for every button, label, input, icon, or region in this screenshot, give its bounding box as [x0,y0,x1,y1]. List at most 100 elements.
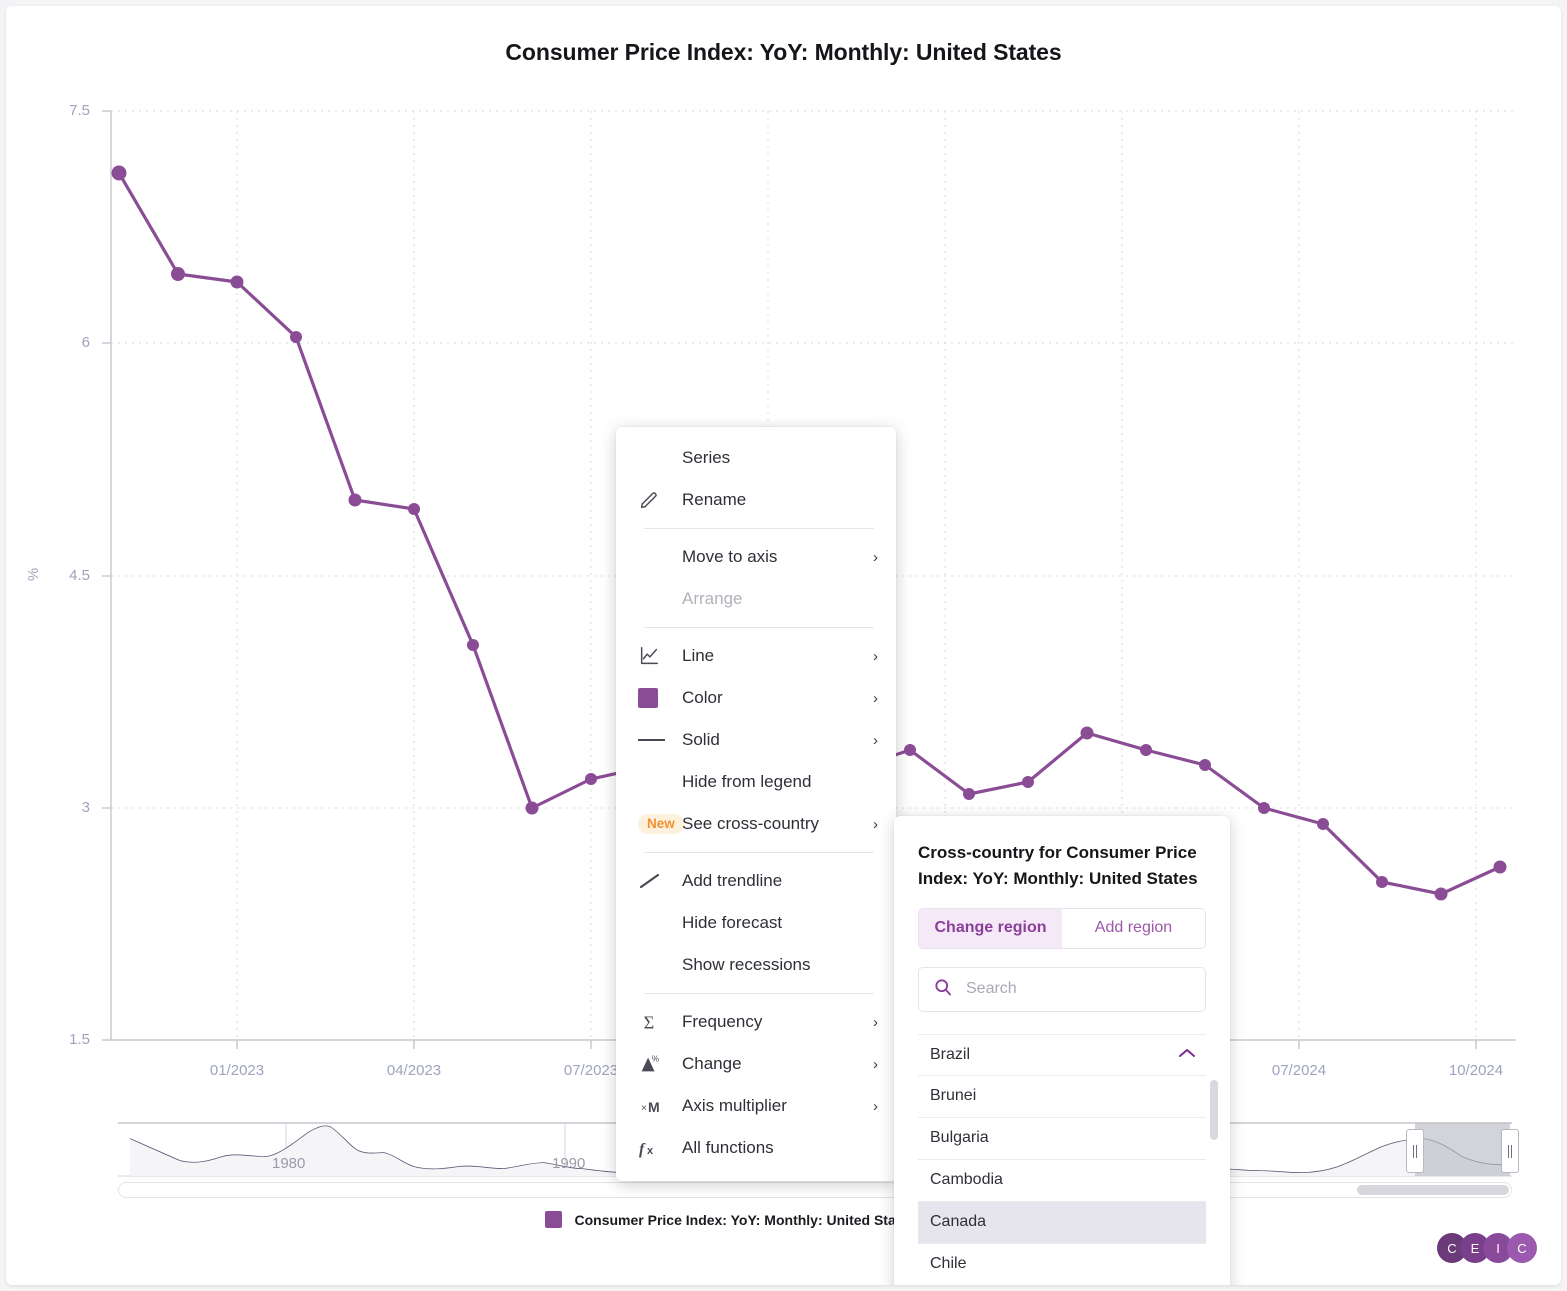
menu-item-line[interactable]: Line › [616,635,896,677]
menu-item-label: Axis multiplier [682,1096,787,1115]
menu-item-all-functions[interactable]: f x All functions [616,1127,896,1169]
list-item-canada[interactable]: Canada [918,1201,1206,1244]
navigator-handle-left[interactable] [1406,1129,1424,1173]
menu-item-add-trendline[interactable]: Add trendline [616,860,896,902]
menu-item-label: All functions [682,1138,774,1157]
menu-item-rename[interactable]: Rename [616,479,896,521]
menu-item-label: Show recessions [682,955,811,974]
svg-text:×: × [641,1103,647,1114]
y-tick-label: 7.5 [69,102,90,119]
list-item-chile[interactable]: Chile [918,1244,1206,1285]
chevron-right-icon: › [873,1013,878,1031]
menu-item-label: Line [682,646,715,665]
pencil-icon [638,489,682,511]
times-m-icon: × M [638,1095,682,1117]
menu-item-axis-multiplier[interactable]: × M Axis multiplier › [616,1085,896,1127]
svg-text:I: I [1496,1241,1500,1256]
country-list[interactable]: Brazil Brunei Bulgaria Cambodia Canada C… [918,1033,1218,1285]
color-swatch-icon [638,688,682,708]
country-name: Brazil [930,1045,971,1063]
legend-color-swatch[interactable] [545,1211,563,1228]
tab-add-region[interactable]: Add region [1062,909,1205,948]
chevron-right-icon: › [873,815,878,833]
menu-divider [644,852,874,853]
menu-item-series[interactable]: Series [616,437,896,479]
y-tick-label: 1.5 [69,1031,90,1048]
x-tick-label: 10/2024 [1448,1062,1504,1079]
new-badge-label: New [638,814,684,834]
menu-item-label: Add trendline [682,871,783,890]
menu-item-solid[interactable]: Solid › [616,719,896,761]
list-item-brazil[interactable]: Brazil [918,1033,1206,1076]
tab-change-region[interactable]: Change region [919,908,1062,948]
country-list-scrollbar[interactable] [1210,1079,1218,1140]
menu-item-show-recessions[interactable]: Show recessions [616,944,896,986]
svg-text:M: M [648,1099,660,1115]
trendline-icon [638,871,682,891]
list-item-cambodia[interactable]: Cambodia [918,1160,1206,1202]
menu-item-hide-from-legend[interactable]: Hide from legend [616,761,896,803]
menu-item-color[interactable]: Color › [616,677,896,719]
chart-card: Consumer Price Index: YoY: Monthly: Unit… [6,6,1561,1285]
navigator-year-label: 1990 [552,1155,586,1172]
y-axis-title: % [25,567,43,582]
svg-text:f: f [639,1141,646,1158]
menu-item-move-to-axis[interactable]: Move to axis › [616,536,896,578]
menu-divider [644,528,874,529]
fx-icon: f x [638,1137,682,1159]
x-tick-label: 04/2023 [386,1062,442,1079]
chevron-right-icon: › [873,548,878,566]
x-tick-label: 07/2024 [1271,1062,1327,1079]
cross-country-title: Cross-country for Consumer Price Index: … [918,843,1198,888]
country-name: Chile [930,1255,967,1273]
sigma-icon: Σ [638,1011,682,1033]
ceic-logo: C E I C [1437,1233,1539,1263]
menu-item-label: Move to axis [682,547,778,566]
menu-item-label: Series [682,448,731,467]
menu-item-label: See cross-country [682,814,819,833]
menu-item-frequency[interactable]: Σ Frequency › [616,1001,896,1043]
chevron-right-icon: › [873,689,878,707]
search-input[interactable]: Search [918,966,1206,1012]
y-tick-label: 6 [81,334,90,351]
chart-legend[interactable]: Consumer Price Index: YoY: Monthly: Unit… [6,1211,1561,1228]
navigator-handle-right[interactable] [1501,1129,1519,1173]
svg-text:E: E [1471,1241,1480,1256]
menu-item-label: Solid [682,730,720,749]
navigator-scrollbar[interactable] [118,1182,1512,1198]
menu-item-label: Change [682,1054,742,1073]
menu-item-hide-forecast[interactable]: Hide forecast [616,902,896,944]
menu-item-label: Hide forecast [682,913,783,932]
navigator-selection [1415,1123,1510,1176]
menu-item-label: Rename [682,490,747,509]
country-name: Bulgaria [930,1129,989,1147]
y-tick-label: 3 [81,799,90,816]
menu-item-label: Frequency [682,1012,763,1031]
new-badge: New [638,814,684,834]
chevron-right-icon: › [873,731,878,749]
series-context-menu[interactable]: Series Rename Move to axis › Arrange Lin… [616,427,896,1181]
chevron-right-icon: › [873,1097,878,1115]
chevron-up-icon[interactable] [1178,1046,1196,1064]
chevron-right-icon: › [873,647,878,665]
svg-text:%: % [652,1054,660,1063]
search-icon [933,977,953,1002]
line-chart-icon [638,645,682,667]
list-item-bulgaria[interactable]: Bulgaria [918,1118,1206,1160]
navigator-scroll-thumb[interactable] [1357,1185,1509,1195]
svg-text:x: x [647,1145,654,1157]
svg-text:C: C [1517,1241,1526,1256]
navigator-year-label: 1980 [272,1155,306,1172]
cross-country-tabs[interactable]: Change region Add region [918,907,1206,949]
solid-line-icon [638,739,682,741]
menu-item-change[interactable]: % Change › [616,1043,896,1085]
menu-item-label: Hide from legend [682,772,812,791]
menu-divider [644,627,874,628]
search-placeholder: Search [966,980,1017,998]
menu-item-see-cross-country[interactable]: New See cross-country › [616,803,896,845]
x-tick-label: 01/2023 [209,1062,265,1079]
menu-item-arrange: Arrange [616,578,896,620]
cross-country-panel[interactable]: Cross-country for Consumer Price Index: … [894,816,1230,1285]
list-item-brunei[interactable]: Brunei [918,1076,1206,1118]
country-name: Canada [930,1213,987,1231]
